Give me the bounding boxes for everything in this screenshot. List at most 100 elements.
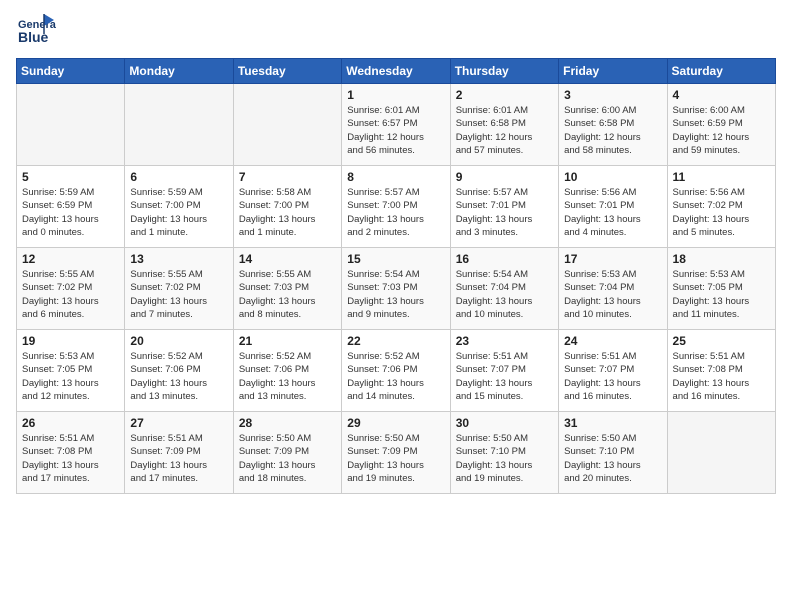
weekday-header-saturday: Saturday [667, 59, 775, 84]
day-info: Sunrise: 5:58 AM Sunset: 7:00 PM Dayligh… [239, 186, 336, 239]
calendar-cell: 12 Sunrise: 5:55 AM Sunset: 7:02 PM Dayli… [17, 248, 125, 330]
day-info: Sunrise: 5:50 AM Sunset: 7:10 PM Dayligh… [456, 432, 553, 485]
day-number: 21 [239, 334, 336, 348]
day-info: Sunrise: 5:56 AM Sunset: 7:01 PM Dayligh… [564, 186, 661, 239]
day-info: Sunrise: 5:55 AM Sunset: 7:02 PM Dayligh… [22, 268, 119, 321]
calendar-cell: 9 Sunrise: 5:57 AM Sunset: 7:01 PM Daylig… [450, 166, 558, 248]
day-info: Sunrise: 5:51 AM Sunset: 7:08 PM Dayligh… [22, 432, 119, 485]
calendar-cell [17, 84, 125, 166]
day-number: 27 [130, 416, 227, 430]
weekday-header-row: SundayMondayTuesdayWednesdayThursdayFrid… [17, 59, 776, 84]
day-info: Sunrise: 5:53 AM Sunset: 7:05 PM Dayligh… [673, 268, 770, 321]
calendar-cell: 7 Sunrise: 5:58 AM Sunset: 7:00 PM Daylig… [233, 166, 341, 248]
day-number: 2 [456, 88, 553, 102]
day-info: Sunrise: 5:57 AM Sunset: 7:01 PM Dayligh… [456, 186, 553, 239]
day-info: Sunrise: 6:01 AM Sunset: 6:58 PM Dayligh… [456, 104, 553, 157]
day-info: Sunrise: 5:50 AM Sunset: 7:09 PM Dayligh… [239, 432, 336, 485]
day-number: 8 [347, 170, 444, 184]
day-number: 23 [456, 334, 553, 348]
calendar-cell: 26 Sunrise: 5:51 AM Sunset: 7:08 PM Dayli… [17, 412, 125, 494]
day-info: Sunrise: 5:51 AM Sunset: 7:07 PM Dayligh… [456, 350, 553, 403]
day-number: 15 [347, 252, 444, 266]
day-number: 28 [239, 416, 336, 430]
calendar-cell: 2 Sunrise: 6:01 AM Sunset: 6:58 PM Daylig… [450, 84, 558, 166]
calendar-cell: 16Sunrise: 5:54 AM Sunset: 7:04 PM Dayli… [450, 248, 558, 330]
day-number: 10 [564, 170, 661, 184]
calendar-cell: 14Sunrise: 5:55 AM Sunset: 7:03 PM Dayli… [233, 248, 341, 330]
day-number: 1 [347, 88, 444, 102]
logo: General Blue [16, 12, 56, 48]
calendar-cell: 21 Sunrise: 5:52 AM Sunset: 7:06 PM Dayli… [233, 330, 341, 412]
calendar-cell: 5 Sunrise: 5:59 AM Sunset: 6:59 PM Daylig… [17, 166, 125, 248]
day-info: Sunrise: 5:52 AM Sunset: 7:06 PM Dayligh… [239, 350, 336, 403]
calendar-cell: 23 Sunrise: 5:51 AM Sunset: 7:07 PM Dayli… [450, 330, 558, 412]
calendar-cell: 31 Sunrise: 5:50 AM Sunset: 7:10 PM Dayli… [559, 412, 667, 494]
day-number: 18 [673, 252, 770, 266]
day-info: Sunrise: 5:54 AM Sunset: 7:04 PM Dayligh… [456, 268, 553, 321]
week-row-4: 19 Sunrise: 5:53 AM Sunset: 7:05 PM Dayli… [17, 330, 776, 412]
logo-icon: General Blue [16, 12, 56, 48]
calendar-cell [233, 84, 341, 166]
calendar-cell: 22 Sunrise: 5:52 AM Sunset: 7:06 PM Dayli… [342, 330, 450, 412]
day-info: Sunrise: 5:55 AM Sunset: 7:02 PM Dayligh… [130, 268, 227, 321]
calendar-cell: 6 Sunrise: 5:59 AM Sunset: 7:00 PM Daylig… [125, 166, 233, 248]
day-info: Sunrise: 5:52 AM Sunset: 7:06 PM Dayligh… [130, 350, 227, 403]
calendar-cell: 10 Sunrise: 5:56 AM Sunset: 7:01 PM Dayli… [559, 166, 667, 248]
calendar-table: SundayMondayTuesdayWednesdayThursdayFrid… [16, 58, 776, 494]
day-number: 26 [22, 416, 119, 430]
day-info: Sunrise: 5:50 AM Sunset: 7:10 PM Dayligh… [564, 432, 661, 485]
day-info: Sunrise: 5:53 AM Sunset: 7:05 PM Dayligh… [22, 350, 119, 403]
day-info: Sunrise: 6:00 AM Sunset: 6:59 PM Dayligh… [673, 104, 770, 157]
day-number: 29 [347, 416, 444, 430]
calendar-cell: 4 Sunrise: 6:00 AM Sunset: 6:59 PM Daylig… [667, 84, 775, 166]
day-number: 30 [456, 416, 553, 430]
day-info: Sunrise: 5:56 AM Sunset: 7:02 PM Dayligh… [673, 186, 770, 239]
day-number: 5 [22, 170, 119, 184]
week-row-3: 12 Sunrise: 5:55 AM Sunset: 7:02 PM Dayli… [17, 248, 776, 330]
calendar-cell: 29 Sunrise: 5:50 AM Sunset: 7:09 PM Dayli… [342, 412, 450, 494]
day-number: 14 [239, 252, 336, 266]
day-number: 11 [673, 170, 770, 184]
day-info: Sunrise: 5:59 AM Sunset: 6:59 PM Dayligh… [22, 186, 119, 239]
weekday-header-wednesday: Wednesday [342, 59, 450, 84]
day-number: 19 [22, 334, 119, 348]
day-info: Sunrise: 5:52 AM Sunset: 7:06 PM Dayligh… [347, 350, 444, 403]
weekday-header-tuesday: Tuesday [233, 59, 341, 84]
calendar-cell [125, 84, 233, 166]
day-number: 24 [564, 334, 661, 348]
day-number: 9 [456, 170, 553, 184]
calendar-cell: 13 Sunrise: 5:55 AM Sunset: 7:02 PM Dayli… [125, 248, 233, 330]
calendar-cell: 18 Sunrise: 5:53 AM Sunset: 7:05 PM Dayli… [667, 248, 775, 330]
page-container: General Blue SundayMondayTuesdayWednesda… [0, 0, 792, 502]
day-number: 6 [130, 170, 227, 184]
day-info: Sunrise: 5:54 AM Sunset: 7:03 PM Dayligh… [347, 268, 444, 321]
day-number: 22 [347, 334, 444, 348]
calendar-cell: 24 Sunrise: 5:51 AM Sunset: 7:07 PM Dayli… [559, 330, 667, 412]
day-info: Sunrise: 5:50 AM Sunset: 7:09 PM Dayligh… [347, 432, 444, 485]
calendar-cell: 28 Sunrise: 5:50 AM Sunset: 7:09 PM Dayli… [233, 412, 341, 494]
day-number: 12 [22, 252, 119, 266]
header: General Blue [16, 12, 776, 48]
calendar-cell [667, 412, 775, 494]
calendar-cell: 11 Sunrise: 5:56 AM Sunset: 7:02 PM Dayli… [667, 166, 775, 248]
calendar-cell: 19 Sunrise: 5:53 AM Sunset: 7:05 PM Dayli… [17, 330, 125, 412]
week-row-5: 26 Sunrise: 5:51 AM Sunset: 7:08 PM Dayli… [17, 412, 776, 494]
calendar-cell: 15 Sunrise: 5:54 AM Sunset: 7:03 PM Dayli… [342, 248, 450, 330]
weekday-header-thursday: Thursday [450, 59, 558, 84]
calendar-cell: 3Sunrise: 6:00 AM Sunset: 6:58 PM Daylig… [559, 84, 667, 166]
calendar-cell: 17Sunrise: 5:53 AM Sunset: 7:04 PM Dayli… [559, 248, 667, 330]
day-info: Sunrise: 5:51 AM Sunset: 7:09 PM Dayligh… [130, 432, 227, 485]
day-number: 4 [673, 88, 770, 102]
weekday-header-friday: Friday [559, 59, 667, 84]
day-number: 13 [130, 252, 227, 266]
day-number: 25 [673, 334, 770, 348]
day-info: Sunrise: 5:59 AM Sunset: 7:00 PM Dayligh… [130, 186, 227, 239]
week-row-2: 5 Sunrise: 5:59 AM Sunset: 6:59 PM Daylig… [17, 166, 776, 248]
weekday-header-monday: Monday [125, 59, 233, 84]
day-info: Sunrise: 6:01 AM Sunset: 6:57 PM Dayligh… [347, 104, 444, 157]
calendar-cell: 20Sunrise: 5:52 AM Sunset: 7:06 PM Dayli… [125, 330, 233, 412]
day-info: Sunrise: 5:51 AM Sunset: 7:07 PM Dayligh… [564, 350, 661, 403]
day-number: 31 [564, 416, 661, 430]
calendar-cell: 25Sunrise: 5:51 AM Sunset: 7:08 PM Dayli… [667, 330, 775, 412]
day-number: 7 [239, 170, 336, 184]
